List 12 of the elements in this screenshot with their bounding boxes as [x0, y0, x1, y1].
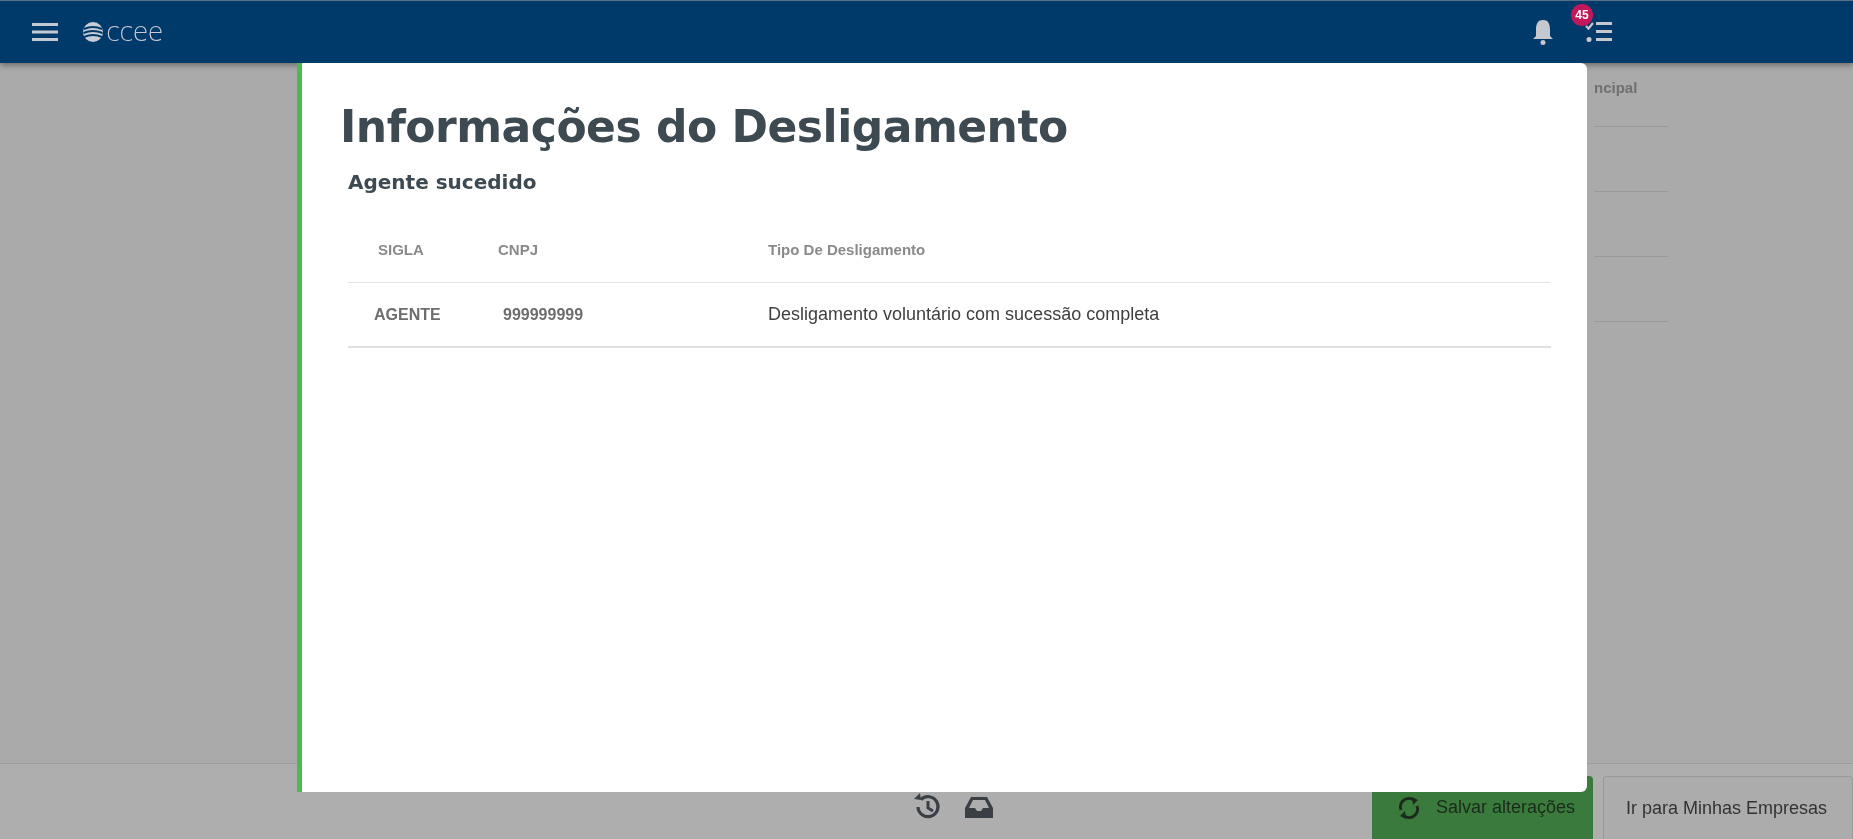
column-header: ncipal [1594, 79, 1639, 98]
column-header: CNPJ [498, 240, 538, 258]
companies-button[interactable]: Ir para Minhas Empresas [1603, 776, 1853, 839]
column-header: Tipo De Desligamento [768, 240, 926, 258]
count-badge: 45 [1571, 4, 1593, 26]
column-header: SIGLA [378, 240, 424, 258]
table-cell: Desligamento voluntário com sucessão completa [768, 304, 1160, 325]
section-heading: Agente sucedido [348, 170, 537, 194]
table-cell: AGENTE [374, 305, 441, 324]
dialog-title: Informações do Desligamento [340, 101, 1068, 152]
table-cell: 999999999 [503, 305, 584, 324]
logo-text: ccee [106, 17, 163, 47]
